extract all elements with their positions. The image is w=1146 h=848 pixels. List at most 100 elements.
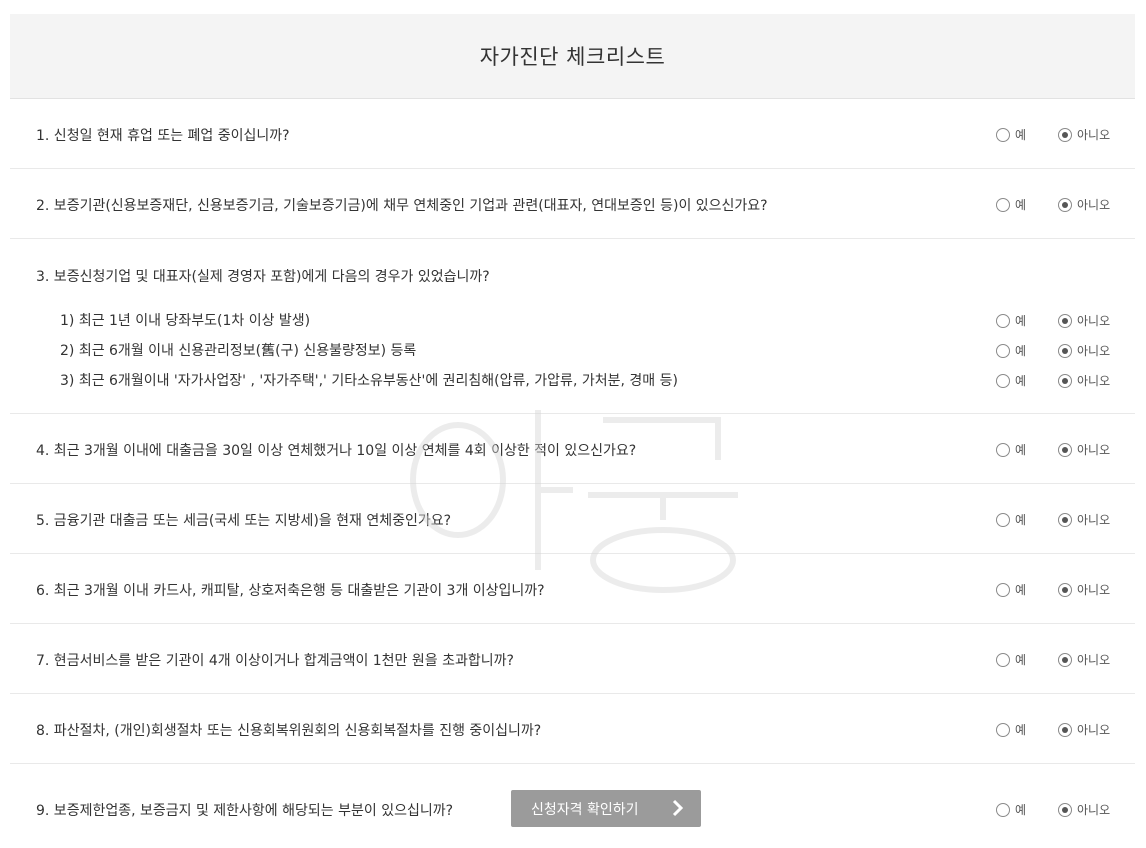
radio-label: 아니오 (1077, 314, 1111, 328)
radio-label: 아니오 (1077, 198, 1111, 212)
question-row-2: 2. 보증기관(신용보증재단, 신용보증기금, 기술보증기금)에 채무 연체중인… (10, 169, 1135, 239)
radio-group: 예 아니오 (996, 196, 1110, 213)
radio-group: 예 아니오 (996, 441, 1110, 458)
radio-circle-icon[interactable] (996, 442, 1010, 457)
radio-label: 예 (1015, 443, 1027, 457)
radio-label: 아니오 (1077, 583, 1111, 597)
radio-yes[interactable]: 예 (996, 372, 1058, 389)
radio-no[interactable]: 아니오 (1058, 721, 1110, 738)
radio-no[interactable]: 아니오 (1058, 651, 1110, 668)
radio-circle-icon[interactable] (996, 313, 1010, 328)
question-row-8: 8. 파산절차, (개인)회생절차 또는 신용회복위원회의 신용회복절차를 진행… (10, 694, 1135, 764)
radio-no[interactable]: 아니오 (1058, 372, 1110, 389)
radio-group: 예 아니오 (996, 511, 1110, 528)
radio-yes[interactable]: 예 (996, 441, 1058, 458)
question-text: 1. 신청일 현재 휴업 또는 폐업 중이십니까? (36, 128, 290, 144)
radio-circle-icon[interactable] (996, 373, 1010, 388)
radio-circle-icon[interactable] (996, 512, 1010, 527)
radio-yes[interactable]: 예 (996, 126, 1058, 143)
radio-label: 아니오 (1077, 653, 1111, 667)
radio-yes[interactable]: 예 (996, 581, 1058, 598)
radio-label: 아니오 (1077, 344, 1111, 358)
radio-group: 예 아니오 (996, 342, 1110, 359)
radio-label: 예 (1015, 583, 1027, 597)
radio-label: 아니오 (1077, 374, 1111, 388)
radio-yes[interactable]: 예 (996, 801, 1058, 818)
question-text: 7. 현금서비스를 받은 기관이 4개 이상이거나 합계금액이 1천만 원을 초… (36, 653, 514, 669)
radio-label: 아니오 (1077, 443, 1111, 457)
sub-question-text: 1) 최근 1년 이내 당좌부도(1차 이상 발생) (60, 313, 311, 329)
radio-label: 예 (1015, 513, 1027, 527)
radio-checked-icon[interactable] (1058, 442, 1072, 457)
radio-checked-icon[interactable] (1058, 512, 1072, 527)
question-text: 6. 최근 3개월 이내 카드사, 캐피탈, 상호저축은행 등 대출받은 기관이… (36, 583, 545, 599)
radio-group: 예 아니오 (996, 801, 1110, 818)
radio-checked-icon[interactable] (1058, 582, 1072, 597)
radio-group: 예 아니오 (996, 651, 1110, 668)
radio-label: 아니오 (1077, 513, 1111, 527)
radio-label: 예 (1015, 198, 1027, 212)
question-text: 4. 최근 3개월 이내에 대출금을 30일 이상 연체했거나 10일 이상 연… (36, 443, 637, 459)
radio-yes[interactable]: 예 (996, 312, 1058, 329)
radio-no[interactable]: 아니오 (1058, 342, 1110, 359)
radio-label: 예 (1015, 723, 1027, 737)
radio-yes[interactable]: 예 (996, 651, 1058, 668)
radio-label: 예 (1015, 374, 1027, 388)
radio-label: 아니오 (1077, 128, 1111, 142)
question-row-4: 4. 최근 3개월 이내에 대출금을 30일 이상 연체했거나 10일 이상 연… (10, 414, 1135, 484)
radio-label: 아니오 (1077, 723, 1111, 737)
question-row-7: 7. 현금서비스를 받은 기관이 4개 이상이거나 합계금액이 1천만 원을 초… (10, 624, 1135, 694)
page-header: 자가진단 체크리스트 (10, 14, 1135, 99)
radio-label: 예 (1015, 128, 1027, 142)
radio-no[interactable]: 아니오 (1058, 126, 1110, 143)
radio-circle-icon[interactable] (996, 127, 1010, 142)
radio-circle-icon[interactable] (996, 722, 1010, 737)
radio-checked-icon[interactable] (1058, 127, 1072, 142)
question-row-5: 5. 금융기관 대출금 또는 세금(국세 또는 지방세)을 현재 연체중인가요?… (10, 484, 1135, 554)
radio-circle-icon[interactable] (996, 582, 1010, 597)
question-text: 3. 보증신청기업 및 대표자(실제 경영자 포함)에게 다음의 경우가 있었습… (36, 269, 490, 285)
radio-no[interactable]: 아니오 (1058, 801, 1110, 818)
radio-no[interactable]: 아니오 (1058, 581, 1110, 598)
radio-checked-icon[interactable] (1058, 722, 1072, 737)
radio-checked-icon[interactable] (1058, 373, 1072, 388)
radio-label: 아니오 (1077, 803, 1111, 817)
radio-yes[interactable]: 예 (996, 721, 1058, 738)
chevron-right-icon (672, 799, 684, 817)
question-row-1: 1. 신청일 현재 휴업 또는 폐업 중이십니까? 예 아니오 (10, 99, 1135, 169)
radio-checked-icon[interactable] (1058, 343, 1072, 358)
radio-yes[interactable]: 예 (996, 342, 1058, 359)
radio-group: 예 아니오 (996, 312, 1110, 329)
radio-yes[interactable]: 예 (996, 511, 1058, 528)
radio-group: 예 아니오 (996, 372, 1110, 389)
radio-checked-icon[interactable] (1058, 802, 1072, 817)
question-row-3: 3. 보증신청기업 및 대표자(실제 경영자 포함)에게 다음의 경우가 있었습… (10, 239, 1135, 414)
radio-yes[interactable]: 예 (996, 196, 1058, 213)
question-text: 5. 금융기관 대출금 또는 세금(국세 또는 지방세)을 현재 연체중인가요? (36, 513, 452, 529)
page-title: 자가진단 체크리스트 (479, 45, 666, 69)
radio-label: 예 (1015, 344, 1027, 358)
radio-label: 예 (1015, 653, 1027, 667)
question-text: 9. 보증제한업종, 보증금지 및 제한사항에 해당되는 부분이 있으십니까? (36, 803, 454, 819)
radio-checked-icon[interactable] (1058, 197, 1072, 212)
radio-no[interactable]: 아니오 (1058, 441, 1110, 458)
radio-no[interactable]: 아니오 (1058, 196, 1110, 213)
check-eligibility-label: 신청자격 확인하기 (531, 801, 639, 818)
radio-group: 예 아니오 (996, 581, 1110, 598)
radio-circle-icon[interactable] (996, 343, 1010, 358)
radio-group: 예 아니오 (996, 721, 1110, 738)
radio-checked-icon[interactable] (1058, 313, 1072, 328)
sub-question-text: 2) 최근 6개월 이내 신용관리정보(舊(구) 신용불량정보) 등록 (60, 343, 417, 359)
radio-label: 예 (1015, 314, 1027, 328)
radio-circle-icon[interactable] (996, 802, 1010, 817)
radio-group: 예 아니오 (996, 126, 1110, 143)
radio-circle-icon[interactable] (996, 197, 1010, 212)
question-text: 8. 파산절차, (개인)회생절차 또는 신용회복위원회의 신용회복절차를 진행… (36, 723, 542, 739)
check-eligibility-button[interactable]: 신청자격 확인하기 (511, 790, 701, 827)
radio-no[interactable]: 아니오 (1058, 511, 1110, 528)
radio-circle-icon[interactable] (996, 652, 1010, 667)
radio-label: 예 (1015, 803, 1027, 817)
question-text: 2. 보증기관(신용보증재단, 신용보증기금, 기술보증기금)에 채무 연체중인… (36, 198, 768, 214)
radio-checked-icon[interactable] (1058, 652, 1072, 667)
radio-no[interactable]: 아니오 (1058, 312, 1110, 329)
